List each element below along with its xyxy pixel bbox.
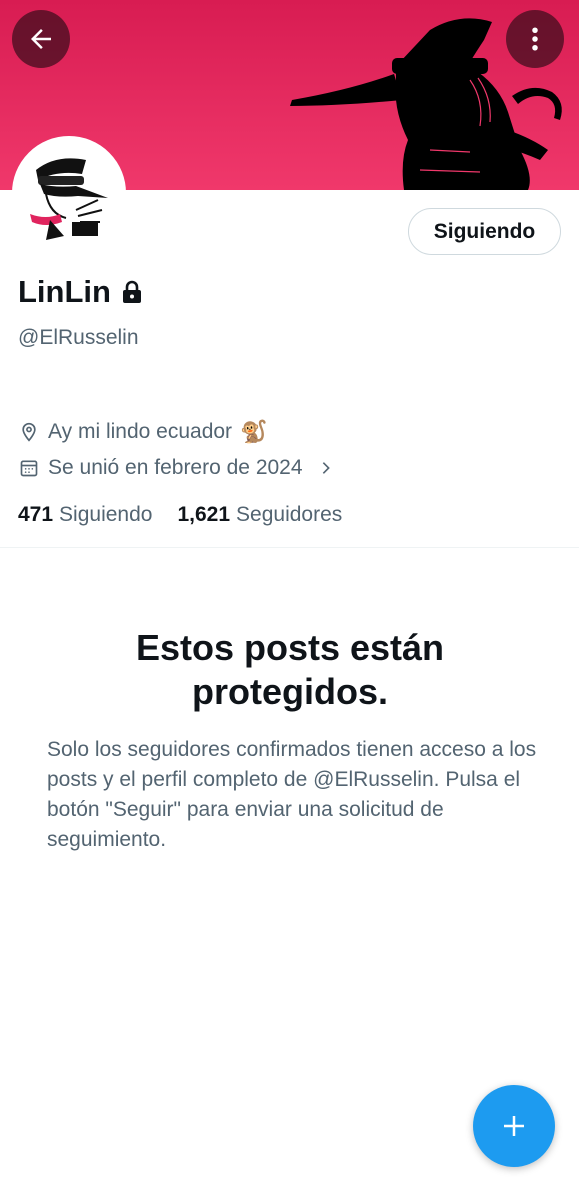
following-button[interactable]: Siguiendo <box>408 208 561 255</box>
chevron-right-icon <box>315 457 337 479</box>
plus-icon <box>504 1116 524 1136</box>
joined-text: Se unió en febrero de 2024 <box>48 456 303 479</box>
calendar-icon <box>18 457 40 479</box>
avatar[interactable] <box>12 136 126 250</box>
followers-stat[interactable]: 1,621 Seguidores <box>177 503 342 527</box>
avatar-illustration <box>16 140 122 246</box>
protected-description: Solo los seguidores confirmados tienen a… <box>47 738 537 851</box>
monkey-emoji: 🐒 <box>240 419 268 444</box>
location-pin-icon <box>18 421 40 443</box>
following-label: Siguiendo <box>59 503 153 526</box>
followers-label: Seguidores <box>236 503 343 526</box>
divider <box>0 547 579 548</box>
arrow-left-icon <box>31 29 51 49</box>
location-row: Ay mi lindo ecuador 🐒 <box>18 419 267 445</box>
location-text: Ay mi lindo ecuador <box>48 420 233 443</box>
joined-date-row[interactable]: Se unió en febrero de 2024 <box>18 456 337 480</box>
back-button[interactable] <box>12 10 70 68</box>
more-options-button[interactable] <box>506 10 564 68</box>
following-stat[interactable]: 471 Siguiendo <box>18 503 152 527</box>
follow-stats: 471 Siguiendo 1,621 Seguidores <box>18 503 342 527</box>
protected-title: Estos posts están protegidos. <box>135 627 445 712</box>
lock-icon <box>122 280 141 303</box>
display-name-row: LinLin <box>18 272 143 312</box>
more-vertical-icon <box>532 27 538 51</box>
followers-count: 1,621 <box>177 503 231 526</box>
display-name: LinLin <box>18 274 111 309</box>
following-count: 471 <box>18 503 54 526</box>
compose-button[interactable] <box>473 1085 555 1167</box>
user-handle: @ElRusselin <box>18 326 139 349</box>
